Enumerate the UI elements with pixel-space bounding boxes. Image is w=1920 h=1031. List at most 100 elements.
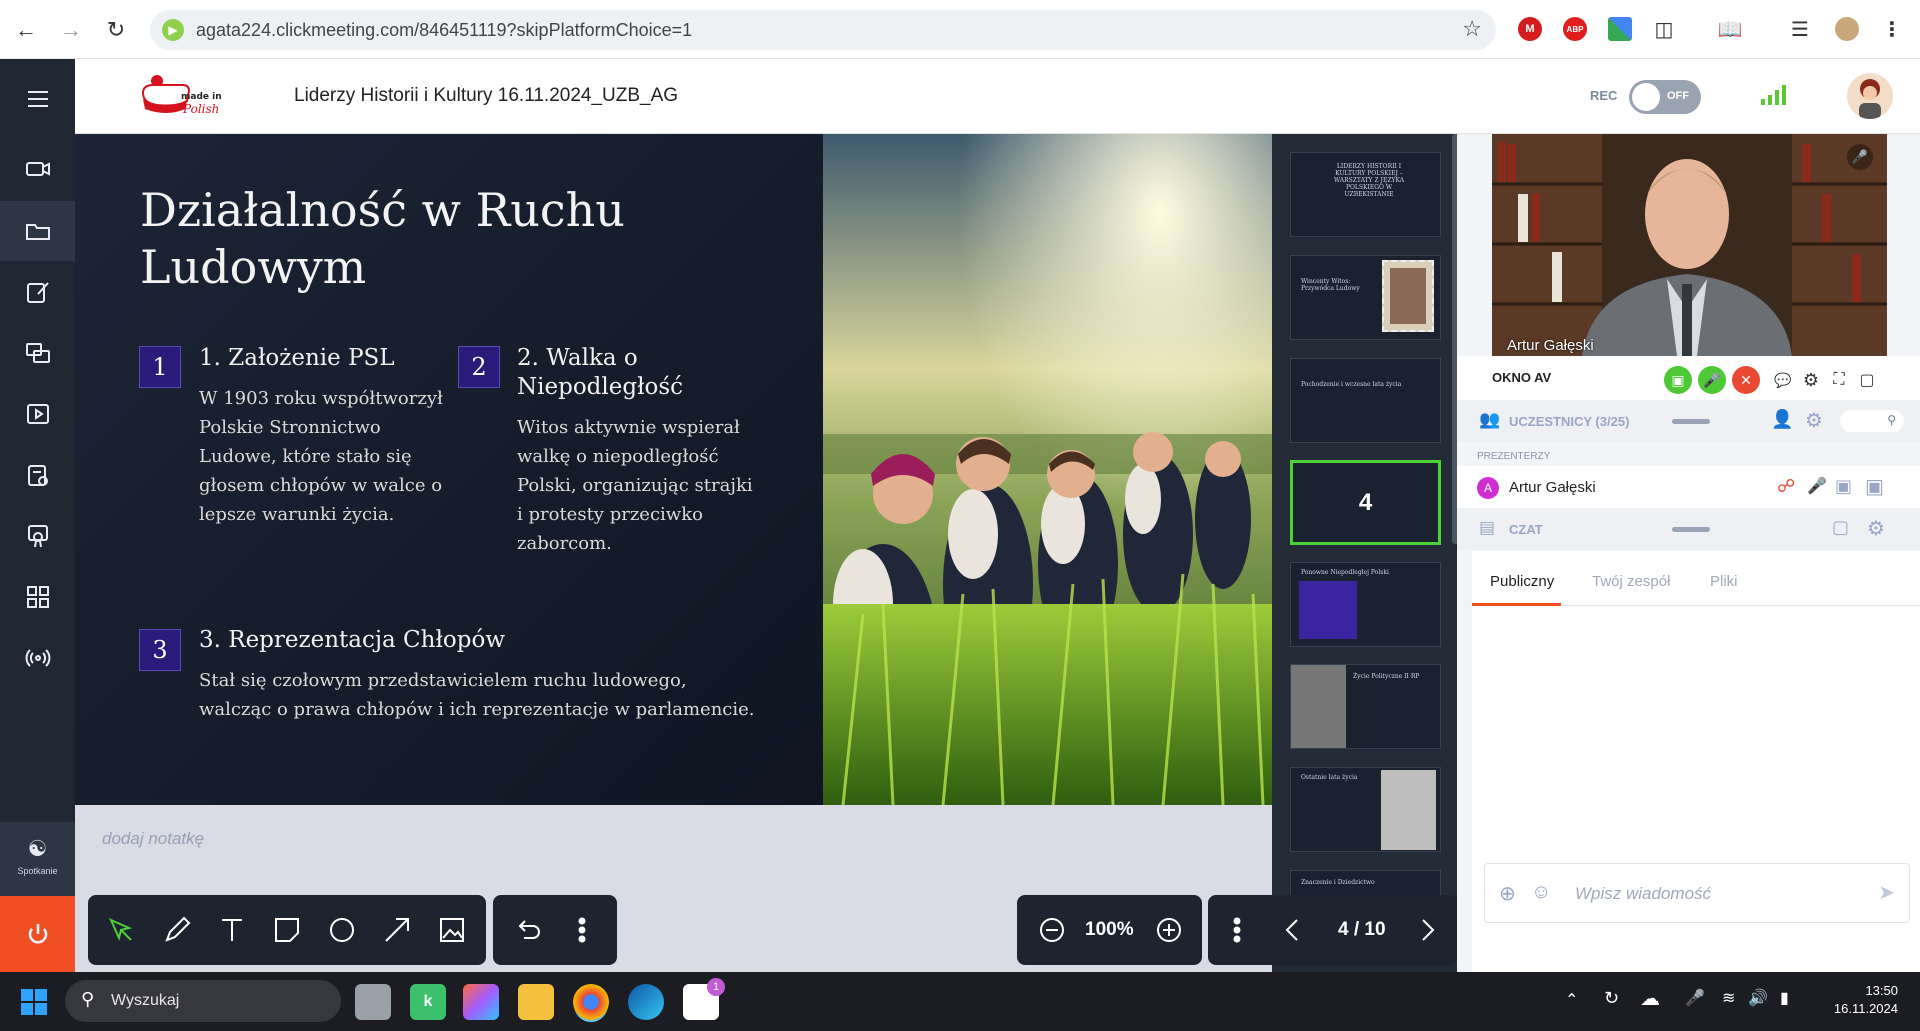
chrome-icon[interactable] [573,984,609,1020]
screen-icon[interactable]: ▣ [1865,474,1884,499]
thumbnail-slide-5[interactable]: Ponowne Niepodległej Polski [1290,562,1441,647]
camera-toggle-icon[interactable]: ▣ [1664,366,1692,394]
collapse-handle[interactable] [1672,419,1710,424]
taskbar-search[interactable]: ⚲ Wyszukaj [65,980,341,1022]
reload-icon[interactable]: ↻ [98,12,134,48]
edge-icon[interactable] [628,984,664,1020]
edit-note-icon[interactable] [0,262,75,322]
video-play-icon[interactable] [0,384,75,444]
zoom-out-icon[interactable] [1035,913,1069,947]
extension-adblock-icon[interactable]: ABP [1563,17,1587,41]
task-view-icon[interactable] [355,984,391,1020]
certificate-icon[interactable] [0,506,75,566]
add-participant-icon[interactable]: 👤 [1771,409,1793,430]
more-options-icon[interactable] [565,913,599,947]
forward-icon[interactable]: → [53,12,89,48]
user-avatar[interactable] [1847,73,1893,119]
text-tool-icon[interactable] [215,913,249,947]
popout-window-icon[interactable]: ▢ [1853,366,1881,394]
microphone-toggle-icon[interactable]: 🎤 [1698,366,1726,394]
next-slide-icon[interactable] [1410,913,1444,947]
volume-icon[interactable]: 🔊 [1748,988,1768,1008]
tab-public[interactable]: Publiczny [1490,573,1554,590]
camera-icon[interactable]: ▣ [1835,476,1852,497]
svg-text:made in: made in [181,92,222,102]
browser-menu-icon[interactable]: ⋮ [1880,17,1904,41]
sync-icon[interactable]: ↻ [1604,988,1619,1009]
copilot-icon[interactable] [463,984,499,1020]
address-bar[interactable]: ▶ agata224.clickmeeting.com/846451119?sk… [150,10,1496,50]
reading-list-icon[interactable]: 📖 [1718,17,1743,41]
microphone-tray-icon[interactable]: 🎤 [1685,988,1705,1008]
thumbnail-slide-3[interactable]: Pochodzenie i wczesne lata życia [1290,358,1441,443]
emoji-icon[interactable]: ☺ [1531,881,1551,904]
previous-slide-icon[interactable] [1276,913,1310,947]
fullscreen-icon[interactable]: ⛶ [1825,366,1853,394]
point-number: 3 [139,629,181,671]
screen-share-icon[interactable] [0,323,75,383]
thumbnail-slide-7[interactable]: Ostatnie lata życia [1290,767,1441,852]
laser-pointer-icon[interactable] [104,913,138,947]
extensions-puzzle-icon[interactable]: ◫ [1652,17,1676,41]
thumbnail-slide-2[interactable]: Wincenty Witos: Przywódca Ludowy [1290,255,1441,340]
chat-bubble-icon[interactable]: 💬 [1769,366,1797,394]
slide-title: Działalność w Ruchu Ludowym [140,183,625,294]
poll-clipboard-icon[interactable] [0,445,75,505]
chat-popout-icon[interactable]: ▢ [1832,517,1849,538]
profile-avatar[interactable] [1835,17,1859,41]
recording-toggle[interactable]: OFF [1629,80,1701,114]
thumbnail-slide-4[interactable]: 4 [1290,460,1441,545]
meeting-button[interactable]: ☯ Spotkanie [0,822,75,896]
site-info-icon[interactable]: ▶ [162,19,184,41]
add-attachment-icon[interactable]: ⊕ [1499,881,1516,906]
screen-share-off-icon[interactable]: ☍ [1777,476,1795,497]
extension-google-icon[interactable] [1608,17,1632,41]
broadcast-icon[interactable] [0,628,75,688]
sticky-note-icon[interactable] [270,913,304,947]
arrow-tool-icon[interactable] [380,913,414,947]
screen-share-off-icon[interactable]: ✕ [1732,366,1760,394]
notes-placeholder[interactable]: dodaj notatkę [102,829,204,849]
kaspersky-icon[interactable]: k [410,984,446,1020]
store-icon[interactable]: 1 [683,978,725,1020]
back-icon[interactable]: ← [8,12,44,48]
leave-power-button[interactable] [0,896,75,972]
send-icon[interactable]: ➤ [1878,880,1895,905]
tray-chevron-icon[interactable]: ⌃ [1565,990,1578,1010]
undo-toolbar [493,895,617,965]
zoom-in-icon[interactable] [1152,913,1186,947]
thumbnail-slide-1[interactable]: LIDERZY HISTORII I KULTURY POLSKIEJ – WA… [1290,152,1441,237]
message-input[interactable]: ⊕ ☺ Wpisz wiadomość ➤ [1484,863,1910,923]
thumbnail-slide-6[interactable]: Życie Polityczne II RP [1290,664,1441,749]
tab-your-team[interactable]: Twój zespół [1592,573,1670,590]
image-tool-icon[interactable] [435,913,469,947]
start-windows-icon[interactable] [20,988,48,1016]
hamburger-menu-icon[interactable] [0,69,75,129]
media-control-icon[interactable]: ☰ [1788,17,1812,41]
apps-grid-icon[interactable] [0,567,75,627]
wifi-icon[interactable]: ≋ [1722,988,1735,1008]
pencil-icon[interactable] [160,913,194,947]
presenter-row[interactable]: A Artur Gałęski ☍ 🎤 ▣ ▣ [1457,466,1920,508]
battery-icon[interactable]: ▮ [1780,988,1789,1008]
url-text[interactable]: agata224.clickmeeting.com/846451119?skip… [196,20,692,41]
tab-files[interactable]: Pliki [1710,573,1738,590]
participants-section[interactable]: 👥 UCZESTNICY (3/25) 👤 ⚙ ⚲ [1457,400,1920,442]
settings-gear-icon[interactable]: ⚙ [1797,366,1825,394]
chat-section-header[interactable]: ▤ CZAT ▢ ⚙ [1457,508,1920,550]
collapse-handle[interactable] [1672,527,1710,532]
onedrive-cloud-icon[interactable]: ☁ [1640,986,1660,1011]
bookmark-star-icon[interactable]: ☆ [1462,16,1482,42]
camera-icon[interactable] [0,139,75,199]
participants-settings-icon[interactable]: ⚙ [1805,408,1823,433]
participants-search-input[interactable]: ⚲ [1840,410,1904,432]
undo-icon[interactable] [511,913,545,947]
microphone-icon[interactable]: 🎤 [1807,476,1827,496]
folder-icon[interactable] [0,201,75,261]
circle-tool-icon[interactable] [325,913,359,947]
more-options-icon[interactable] [1220,913,1254,947]
chat-settings-icon[interactable]: ⚙ [1867,516,1885,541]
extension-gmail-icon[interactable]: M [1518,17,1542,41]
system-clock[interactable]: 13:50 16.11.2024 [1834,982,1898,1018]
file-explorer-icon[interactable] [518,984,554,1020]
